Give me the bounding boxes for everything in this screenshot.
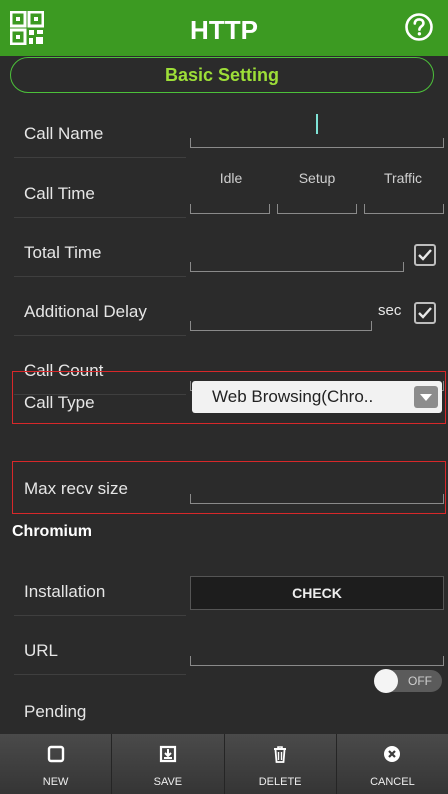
max-recv-size-label: Max recv size	[24, 479, 128, 498]
divider	[14, 157, 186, 158]
basic-setting-section-header[interactable]: Basic Setting	[10, 57, 434, 93]
call-name-input[interactable]	[190, 138, 444, 148]
cancel-button-label: CANCEL	[370, 776, 415, 788]
additional-delay-input[interactable]	[190, 321, 372, 331]
page-title: HTTP	[190, 15, 258, 45]
call-type-dropdown[interactable]: Web Browsing(Chro..	[192, 381, 442, 413]
divider	[14, 674, 186, 675]
save-button-label: SAVE	[153, 776, 183, 788]
delete-button[interactable]: DELETE	[224, 734, 337, 794]
divider	[14, 276, 186, 277]
setup-column-label: Setup	[298, 170, 336, 186]
url-input[interactable]	[190, 656, 444, 666]
check-button-label: CHECK	[292, 585, 342, 601]
toggle-knob	[374, 669, 398, 693]
installation-label: Installation	[24, 582, 106, 601]
checkmark-icon	[418, 307, 432, 319]
pending-toggle-state: OFF	[408, 674, 432, 688]
additional-delay-checkbox[interactable]	[414, 302, 436, 324]
max-recv-size-input[interactable]	[190, 494, 444, 504]
checkmark-icon	[418, 249, 432, 261]
trash-icon	[274, 746, 287, 763]
new-button-label: NEW	[42, 776, 69, 788]
pending-toggle[interactable]: OFF	[374, 669, 442, 693]
call-time-label: Call Time	[24, 184, 95, 203]
app-header: HTTP	[0, 0, 448, 56]
idle-column-label: Idle	[219, 170, 243, 186]
divider	[14, 335, 186, 336]
call-type-selected-value: Web Browsing(Chro..	[212, 387, 374, 406]
save-button[interactable]: SAVE	[112, 734, 225, 794]
section-title: Basic Setting	[164, 65, 280, 85]
cancel-icon	[384, 746, 401, 762]
total-time-input[interactable]	[190, 262, 404, 272]
pending-label: Pending	[24, 702, 87, 721]
traffic-column-label: Traffic	[383, 170, 423, 186]
cancel-button[interactable]: CANCEL	[336, 734, 448, 794]
call-type-label: Call Type	[24, 393, 95, 412]
call-name-label: Call Name	[24, 124, 104, 143]
divider	[14, 615, 186, 616]
delay-unit-label: sec	[378, 302, 402, 319]
setup-time-input[interactable]	[277, 204, 357, 214]
check-installation-button[interactable]: CHECK	[190, 576, 444, 610]
chevron-down-icon	[414, 386, 438, 408]
total-time-checkbox[interactable]	[414, 244, 436, 266]
new-file-icon	[47, 745, 64, 763]
text-cursor	[316, 114, 318, 134]
chromium-subsection-title: Chromium	[12, 523, 92, 540]
save-icon	[159, 745, 176, 763]
delete-button-label: DELETE	[258, 776, 302, 788]
help-icon[interactable]	[404, 12, 434, 42]
traffic-time-input[interactable]	[364, 204, 444, 214]
bottom-action-bar: NEW SAVE DELETE CANCEL	[0, 734, 448, 794]
total-time-label: Total Time	[24, 243, 102, 262]
new-button[interactable]: NEW	[0, 734, 113, 794]
additional-delay-label: Additional Delay	[24, 302, 147, 321]
divider	[14, 217, 186, 218]
url-label: URL	[24, 641, 59, 660]
idle-time-input[interactable]	[190, 204, 270, 214]
